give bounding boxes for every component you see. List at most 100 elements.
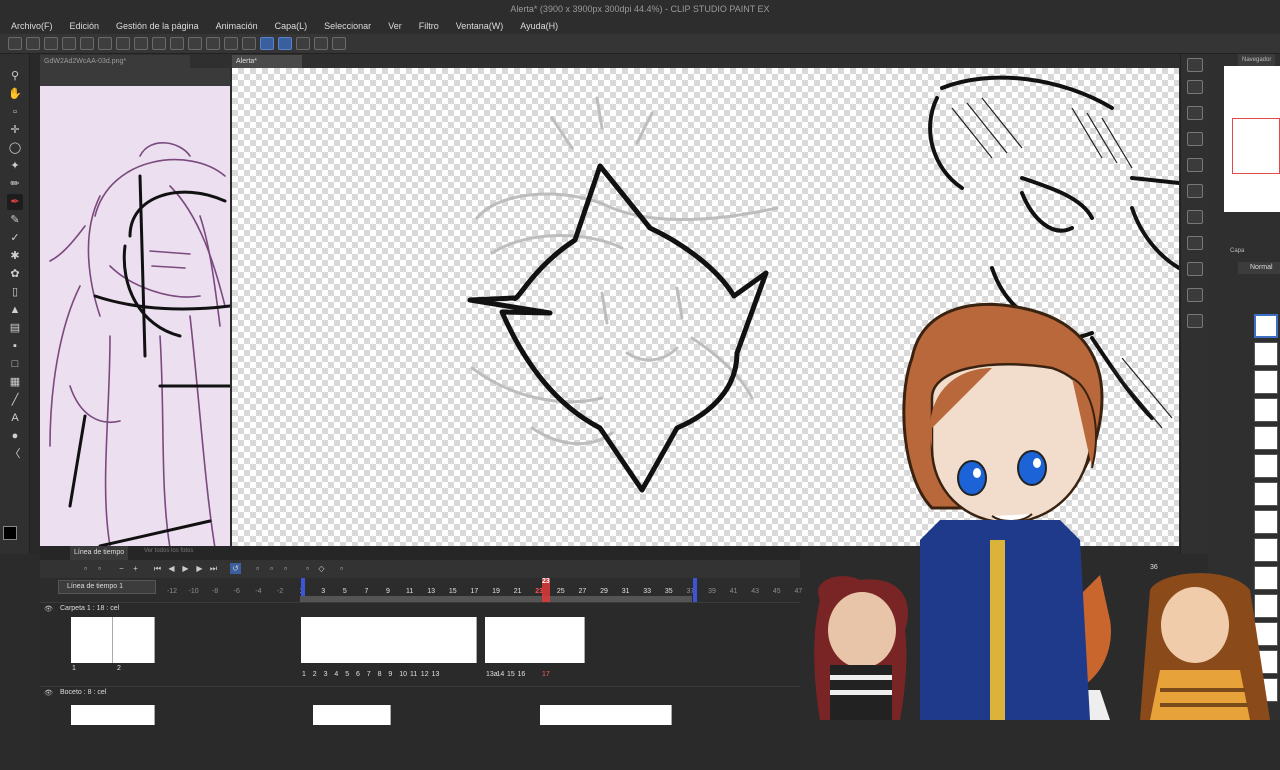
pen-icon[interactable]: ✒	[7, 194, 23, 210]
image-icon[interactable]	[1187, 262, 1203, 276]
export-layer-icon[interactable]	[1187, 314, 1203, 328]
scale-icon[interactable]	[206, 37, 220, 50]
keyframe-icon[interactable]: ◇	[316, 563, 327, 574]
prev-frame-icon[interactable]: ◀	[166, 563, 177, 574]
layer-icon[interactable]	[1187, 158, 1203, 172]
blend-mode-select[interactable]: Normal	[1238, 262, 1280, 274]
crop-icon[interactable]	[188, 37, 202, 50]
new-timeline-icon[interactable]: ▫	[80, 563, 91, 574]
timeline-cel[interactable]	[71, 617, 113, 663]
timeline-cel[interactable]	[71, 705, 155, 725]
device-icon[interactable]	[314, 37, 328, 50]
main-color-swatch[interactable]	[3, 526, 17, 540]
undo-icon[interactable]	[98, 37, 112, 50]
timeline-cel[interactable]	[540, 705, 672, 725]
cel-option-icon[interactable]: ▫	[280, 563, 291, 574]
menu-file[interactable]: Archivo(F)	[11, 21, 53, 31]
layer-thumbnail[interactable]	[1254, 398, 1278, 422]
ruler-icon[interactable]	[242, 37, 256, 50]
lasso-icon[interactable]: ◯	[7, 140, 23, 156]
frame-icon[interactable]: ▦	[7, 374, 23, 390]
text-icon[interactable]: A	[7, 410, 23, 426]
menu-filter[interactable]: Filtro	[419, 21, 439, 31]
app-icon[interactable]	[8, 37, 22, 50]
airbrush-icon[interactable]: ✱	[7, 248, 23, 264]
assign-cel-icon[interactable]: ▫	[266, 563, 277, 574]
correct-line-icon[interactable]: 〈	[7, 446, 23, 462]
zoom-icon[interactable]: ⚲	[7, 68, 23, 84]
end-marker[interactable]	[693, 578, 697, 602]
frame-ruler[interactable]: -12-10-8-6-4-213579111315171921232527293…	[40, 582, 802, 596]
loop-icon[interactable]: ↺	[230, 563, 241, 574]
grid-icon[interactable]	[224, 37, 238, 50]
search-icon[interactable]	[1187, 58, 1203, 72]
layer-thumbnail[interactable]	[1254, 538, 1278, 562]
timeline-tab[interactable]: Línea de tiempo	[70, 546, 129, 560]
menu-page[interactable]: Gestión de la página	[116, 21, 199, 31]
timeline-frames[interactable]	[301, 617, 477, 663]
layer-thumbnail[interactable]	[1254, 650, 1278, 674]
navigator-tab[interactable]: Navegador	[1238, 54, 1276, 66]
eyedropper-icon[interactable]: ✏	[7, 176, 23, 192]
eye-icon[interactable]: 👁	[44, 689, 53, 697]
fill-tool-icon[interactable]: ▤	[7, 320, 23, 336]
timeline-row-folder[interactable]: 👁 Carpeta 1 : 18 : cel 1 2 1 2 3 4 5 6 7 8 9 10 11…	[40, 602, 800, 686]
zoom-out-icon[interactable]: −	[116, 563, 127, 574]
menu-window[interactable]: Ventana(W)	[456, 21, 504, 31]
eraser-icon[interactable]: ▯	[7, 284, 23, 300]
layer-thumbnail[interactable]	[1254, 482, 1278, 506]
layer-thumbnail[interactable]	[1254, 678, 1278, 702]
help-icon[interactable]	[332, 37, 346, 50]
brush-icon[interactable]: ✓	[7, 230, 23, 246]
pencil-icon[interactable]: ✎	[7, 212, 23, 228]
last-frame-icon[interactable]: ⏭	[208, 563, 219, 574]
balloon-icon[interactable]: ●	[7, 428, 23, 444]
timeline-tab-secondary[interactable]: Ver todos los fotos	[144, 548, 193, 554]
blend-icon[interactable]: ▲	[7, 302, 23, 318]
open-icon[interactable]	[44, 37, 58, 50]
menu-help[interactable]: Ayuda(H)	[520, 21, 558, 31]
snap-grid-icon[interactable]	[296, 37, 310, 50]
tab-reference[interactable]: GdW2Ad2WcAA-03d.png*	[40, 55, 190, 68]
snap-special-icon[interactable]	[278, 37, 292, 50]
eye-icon[interactable]: 👁	[44, 605, 53, 613]
decoration-icon[interactable]: ✿	[7, 266, 23, 282]
close-layer-icon[interactable]	[1187, 132, 1203, 146]
save-icon[interactable]	[62, 37, 76, 50]
light-table-icon[interactable]: ▫	[336, 563, 347, 574]
reference-document[interactable]	[40, 68, 230, 546]
import-icon[interactable]	[1187, 80, 1203, 94]
merge-icon[interactable]	[1187, 184, 1203, 198]
ruler-tool-icon[interactable]: ╱	[7, 392, 23, 408]
layer-thumbnail[interactable]	[1254, 622, 1278, 646]
fill-icon[interactable]	[152, 37, 166, 50]
mask-icon[interactable]	[1187, 236, 1203, 250]
first-frame-icon[interactable]: ⏮	[152, 563, 163, 574]
move-icon[interactable]: ✛	[7, 122, 23, 138]
layer-tab[interactable]: Capa	[1230, 248, 1244, 254]
edit-timeline-icon[interactable]: ▫	[94, 563, 105, 574]
timeline-cel[interactable]	[313, 705, 391, 725]
hand-icon[interactable]: ✋	[7, 86, 23, 102]
panel-icon[interactable]	[1187, 106, 1203, 120]
play-icon[interactable]: ▶	[180, 563, 191, 574]
timeline-frames[interactable]	[485, 617, 585, 663]
drawing-canvas[interactable]	[232, 68, 1179, 546]
zoom-in-icon[interactable]: +	[130, 563, 141, 574]
layer-thumbnail-selected[interactable]	[1254, 314, 1278, 338]
layer-thumbnail[interactable]	[1254, 426, 1278, 450]
gradient-icon[interactable]: ▪	[7, 338, 23, 354]
export-icon[interactable]	[80, 37, 94, 50]
timeline-cel[interactable]	[113, 617, 155, 663]
timeline-row-sketch[interactable]: 👁 Boceto : 8 : cel	[40, 686, 800, 770]
menu-view[interactable]: Ver	[388, 21, 402, 31]
menu-animation[interactable]: Animación	[216, 21, 258, 31]
new-icon[interactable]	[26, 37, 40, 50]
folder-icon[interactable]	[1187, 210, 1203, 224]
layer-thumbnail[interactable]	[1254, 510, 1278, 534]
onion-skin-icon[interactable]: ▫	[302, 563, 313, 574]
layer-thumbnail[interactable]	[1254, 454, 1278, 478]
next-frame-icon[interactable]: ▶	[194, 563, 205, 574]
reference-sketch-page[interactable]	[40, 86, 230, 546]
menu-layer[interactable]: Capa(L)	[275, 21, 308, 31]
